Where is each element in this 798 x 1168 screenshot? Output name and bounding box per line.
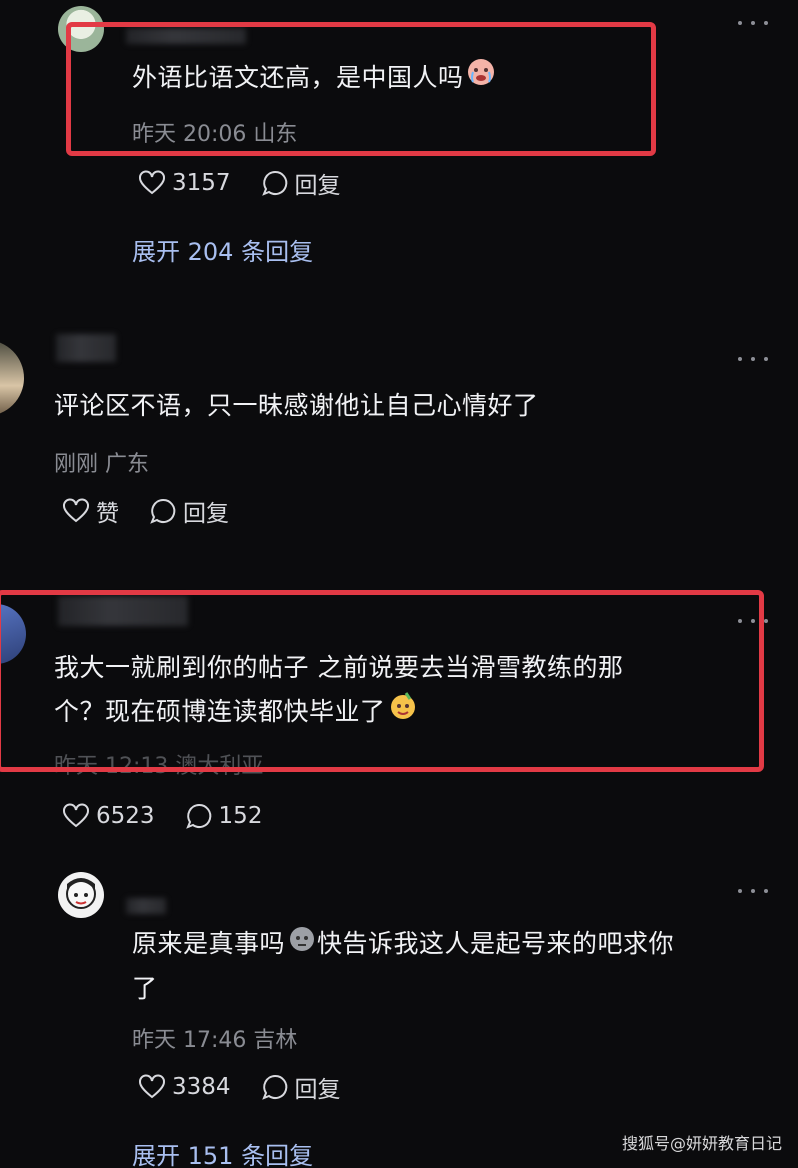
like-button[interactable]: 3384 xyxy=(138,1074,231,1100)
avatar[interactable] xyxy=(58,872,104,918)
comment-text-content: 外语比语文还高，是中国人吗 xyxy=(132,63,464,92)
reply-count: 152 xyxy=(218,803,263,829)
comment-text-line-1a: 原来是真事吗 xyxy=(132,929,286,958)
more-options-icon[interactable] xyxy=(738,616,768,626)
reply-button[interactable]: 回复 xyxy=(261,166,341,200)
crying-emoji-icon xyxy=(466,57,496,101)
like-button[interactable]: 赞 xyxy=(62,494,119,528)
avatar[interactable] xyxy=(0,604,26,664)
username-blurred xyxy=(58,596,188,626)
username-blurred xyxy=(126,28,246,44)
comment-text-line-1b: 快告诉我这人是起号来的吧求你 xyxy=(317,929,675,958)
cartoon-face-icon xyxy=(66,878,96,909)
heart-icon xyxy=(63,803,89,828)
heart-icon xyxy=(139,170,165,195)
comment-text-line-2: 个？现在硕博连读都快毕业了 xyxy=(54,690,623,735)
comment-meta: 刚刚 广东 xyxy=(54,452,149,477)
comment-text: 评论区不语，只一昧感谢他让自己心情好了 xyxy=(54,391,539,420)
reply-button[interactable]: 回复 xyxy=(261,1070,341,1104)
username-blurred xyxy=(126,898,166,914)
comment-1: 外语比语文还高，是中国人吗 昨天 20:06 山东 3157 回复 展开 204… xyxy=(0,0,798,300)
comment-text-line-2-content: 个？现在硕博连读都快毕业了 xyxy=(54,697,386,726)
comment-bubble-icon xyxy=(261,170,287,196)
more-options-icon[interactable] xyxy=(738,18,768,28)
comment-actions: 3157 回复 xyxy=(138,166,371,200)
avatar[interactable] xyxy=(0,340,24,416)
heart-icon xyxy=(63,498,89,523)
expand-replies-link[interactable]: 展开 204 条回复 xyxy=(132,232,313,267)
reply-label: 回复 xyxy=(294,1077,341,1103)
comment-text-line-1: 原来是真事吗 快告诉我这人是起号来的吧求你 xyxy=(132,922,674,967)
like-button[interactable]: 3157 xyxy=(138,170,231,196)
comment-2: 评论区不语，只一昧感谢他让自己心情好了 刚刚 广东 赞 回复 xyxy=(0,330,798,560)
comment-bubble-icon xyxy=(185,803,211,829)
comment-actions: 赞 回复 xyxy=(62,494,259,528)
comment-text: 我大一就刷到你的帖子 之前说要去当滑雪教练的那 个？现在硕博连读都快毕业了 xyxy=(54,646,623,735)
reply-label: 回复 xyxy=(294,173,341,199)
reply-label: 回复 xyxy=(183,501,229,527)
comment-text-line-2: 了 xyxy=(132,974,158,1003)
sweating-emoji-icon xyxy=(388,691,418,735)
reply-button[interactable]: 回复 xyxy=(149,494,229,528)
like-button[interactable]: 6523 xyxy=(62,803,155,829)
like-count: 3384 xyxy=(172,1074,231,1100)
comment-bubble-icon xyxy=(150,498,176,524)
username-blurred xyxy=(56,334,116,362)
comment-meta: 昨天 20:06 山东 xyxy=(132,122,298,147)
watermark: 搜狐号@妍妍教育日记 xyxy=(621,1134,782,1153)
comment-text-line-1: 我大一就刷到你的帖子 之前说要去当滑雪教练的那 xyxy=(54,653,624,682)
like-count: 6523 xyxy=(96,803,155,829)
comment-3: 我大一就刷到你的帖子 之前说要去当滑雪教练的那 个？现在硕博连读都快毕业了 昨天… xyxy=(0,590,798,850)
gray-face-emoji-icon xyxy=(287,923,317,967)
reply-button[interactable]: 152 xyxy=(185,802,263,830)
avatar[interactable] xyxy=(58,6,104,52)
comment-text: 外语比语文还高，是中国人吗 xyxy=(132,56,496,101)
comment-meta: 昨天 12:13 澳大利亚 xyxy=(54,754,264,779)
comment-actions: 3384 回复 xyxy=(138,1070,371,1104)
more-options-icon[interactable] xyxy=(738,886,768,896)
like-count: 3157 xyxy=(172,170,231,196)
comment-text: 原来是真事吗 快告诉我这人是起号来的吧求你 了 xyxy=(132,922,674,1011)
more-options-icon[interactable] xyxy=(738,354,768,364)
comment-meta: 昨天 17:46 吉林 xyxy=(132,1028,298,1053)
expand-replies-link[interactable]: 展开 151 条回复 xyxy=(132,1136,313,1168)
like-label: 赞 xyxy=(96,501,119,527)
comment-actions: 6523 152 xyxy=(62,802,292,830)
comment-4: 原来是真事吗 快告诉我这人是起号来的吧求你 了 昨天 17:46 吉林 3384 … xyxy=(0,864,798,1168)
heart-icon xyxy=(139,1074,165,1099)
comment-bubble-icon xyxy=(261,1074,287,1100)
